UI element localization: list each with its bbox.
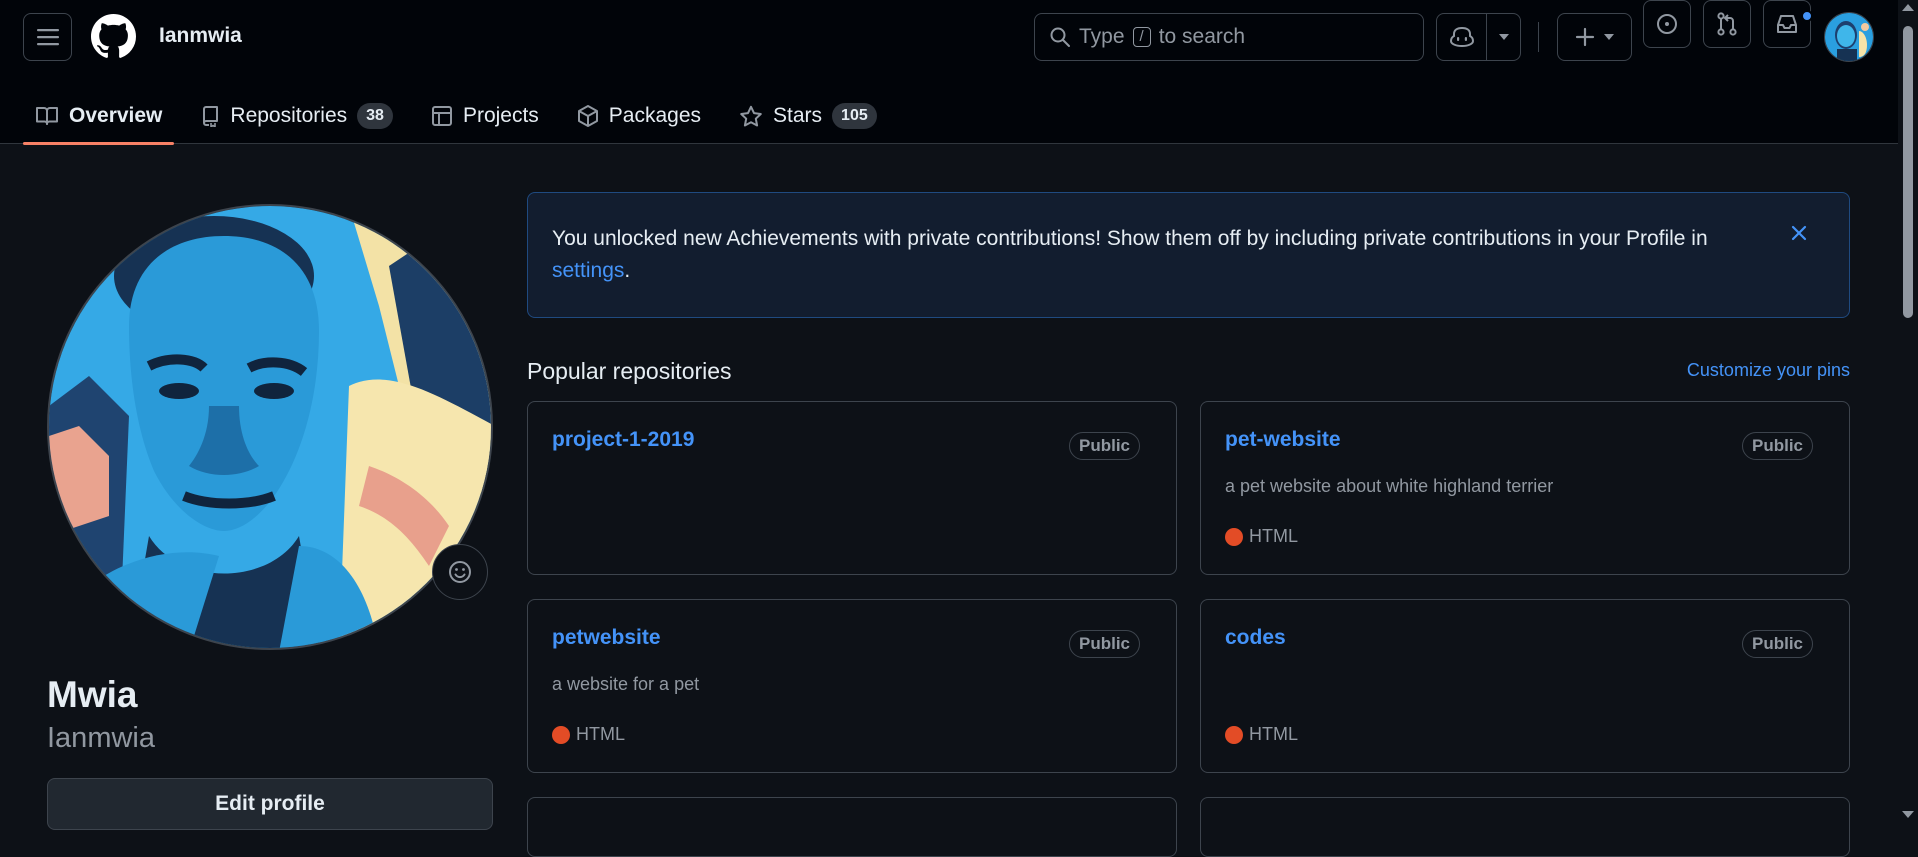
issues-button[interactable] [1643, 0, 1691, 48]
page-scrollbar[interactable] [1898, 0, 1918, 822]
visibility-badge: Public [1741, 432, 1813, 460]
plus-icon [1575, 27, 1594, 47]
popular-repositories-heading: Popular repositories [527, 358, 732, 384]
visibility-badge: Public [1068, 630, 1140, 658]
flash-message: You unlocked new Achievements with priva… [552, 227, 1708, 250]
tab-stars[interactable]: Stars 105 [727, 88, 889, 144]
dismiss-button[interactable] [1787, 221, 1811, 245]
profile-full-name: Mwia [47, 674, 138, 715]
search-icon [1050, 27, 1070, 47]
language-color-dot [1225, 527, 1243, 546]
issue-opened-icon [1657, 14, 1677, 34]
language-color-dot [1225, 725, 1243, 744]
pinned-repo-card: pet-website Public a pet website about w… [1200, 401, 1850, 575]
pinned-repo-card: codes Public HTML [1200, 599, 1850, 773]
pinned-repo-card: project-1-2019 Public [527, 401, 1177, 575]
github-logo-icon[interactable] [91, 14, 136, 59]
triangle-down-icon [1603, 34, 1614, 40]
scroll-down-arrow-icon[interactable] [1902, 811, 1914, 818]
repo-name-link[interactable]: pet-website [1225, 428, 1341, 451]
header-divider [1538, 22, 1539, 52]
tab-label: Projects [462, 104, 539, 127]
flash-message-end: . [624, 259, 631, 282]
customize-pins-link[interactable]: Customize your pins [1687, 360, 1850, 381]
scrollbar-thumb[interactable] [1903, 26, 1913, 318]
search-suffix: to search [1158, 25, 1246, 48]
star-icon [740, 105, 762, 127]
repo-description: a pet website about white highland terri… [1225, 476, 1554, 496]
repositories-count: 38 [357, 103, 393, 129]
copilot-button-group [1436, 13, 1521, 61]
pull-requests-button[interactable] [1703, 0, 1751, 48]
global-header: Ianmwia Type / to search Overview Reposi… [0, 0, 1898, 145]
header-username[interactable]: Ianmwia [159, 24, 242, 48]
tab-label: Packages [608, 104, 702, 127]
scroll-up-arrow-icon[interactable] [1902, 4, 1914, 11]
smiley-icon [449, 561, 471, 583]
inbox-icon [1777, 15, 1797, 33]
profile-avatar[interactable] [47, 204, 493, 650]
book-icon [36, 107, 58, 125]
achievements-flash-banner: You unlocked new Achievements with priva… [527, 192, 1850, 318]
repo-language: HTML [552, 724, 625, 745]
close-icon [1791, 225, 1807, 241]
tab-overview[interactable]: Overview [23, 88, 175, 145]
search-shortcut-key: / [1132, 27, 1151, 47]
tab-label: Stars [773, 104, 823, 127]
triangle-down-icon [1498, 34, 1509, 40]
repo-name-link[interactable]: codes [1225, 626, 1286, 649]
search-prefix: Type [1079, 25, 1125, 48]
copilot-button[interactable] [1437, 14, 1486, 60]
user-avatar-button[interactable] [1824, 12, 1874, 62]
repo-icon [203, 106, 219, 127]
copilot-icon [1449, 26, 1474, 48]
language-label: HTML [576, 724, 625, 744]
tab-projects[interactable]: Projects [419, 88, 551, 144]
unread-indicator [1801, 10, 1813, 22]
pinned-repo-card [527, 797, 1177, 857]
pinned-repo-card: petwebsite Public a website for a pet HT… [527, 599, 1177, 773]
tab-repositories[interactable]: Repositories 38 [188, 88, 405, 144]
create-new-button[interactable] [1557, 13, 1632, 61]
stars-count: 105 [832, 103, 877, 129]
pinned-repo-card [1200, 797, 1850, 857]
edit-profile-button[interactable]: Edit profile [47, 778, 493, 830]
tab-label: Overview [69, 104, 163, 127]
hamburger-icon [36, 29, 59, 46]
profile-tabs: Overview Repositories 38 Projects Packag… [23, 88, 903, 145]
avatar [49, 206, 491, 648]
avatar [1825, 13, 1873, 61]
set-status-button[interactable] [432, 544, 488, 600]
visibility-badge: Public [1068, 432, 1140, 460]
copilot-dropdown-button[interactable] [1486, 14, 1520, 60]
repo-description: a website for a pet [552, 674, 700, 694]
profile-login-name: Ianmwia [47, 722, 155, 754]
visibility-badge: Public [1741, 630, 1813, 658]
search-input[interactable]: Type / to search [1034, 13, 1424, 61]
language-label: HTML [1249, 724, 1298, 744]
notifications-button[interactable] [1763, 0, 1811, 48]
settings-link[interactable]: settings [552, 259, 624, 282]
language-color-dot [552, 725, 570, 744]
language-label: HTML [1249, 526, 1298, 546]
repo-language: HTML [1225, 724, 1298, 745]
menu-button[interactable] [23, 13, 72, 61]
git-pull-request-icon [1717, 12, 1737, 36]
repo-name-link[interactable]: petwebsite [552, 626, 661, 649]
package-icon [577, 105, 598, 127]
tab-packages[interactable]: Packages [565, 88, 713, 144]
repo-language: HTML [1225, 526, 1298, 547]
repo-name-link[interactable]: project-1-2019 [552, 428, 694, 451]
table-icon [431, 106, 452, 126]
tab-label: Repositories [230, 104, 348, 127]
